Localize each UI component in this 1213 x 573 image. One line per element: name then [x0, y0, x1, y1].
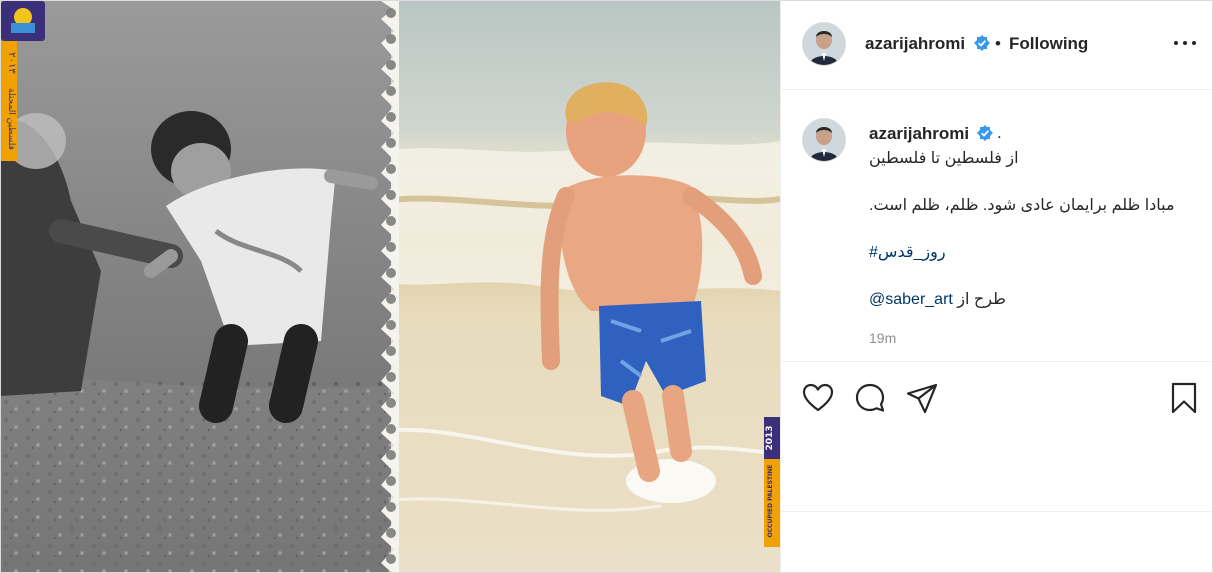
stamp-year-left: ۲۰۱۳	[6, 52, 17, 74]
username[interactable]: azarijahromi	[865, 34, 965, 54]
avatar[interactable]	[802, 118, 846, 162]
following-button[interactable]: Following	[1009, 34, 1088, 54]
stamp-text-left: فلسطين المحتلة	[6, 88, 16, 150]
verified-badge-icon	[974, 35, 990, 51]
caption-line-1: از فلسطین تا فلسطین	[869, 150, 1019, 167]
post-caption: azarijahromi . از فلسطین تا فلسطین .مباد…	[781, 90, 1212, 360]
like-heart-icon[interactable]	[801, 381, 835, 415]
caption-username[interactable]: azarijahromi	[869, 124, 969, 144]
post-actions	[781, 361, 1212, 512]
stamp-badge-right: 2013 OCCUPIED PALESTINE	[764, 417, 780, 547]
save-bookmark-icon[interactable]	[1167, 381, 1201, 415]
post-side-panel: azarijahromi • Following azarijahromi . …	[780, 1, 1212, 572]
post-dialog: ۲۰۱۳ فلسطين المحتلة 2013 OCCUPIED PALEST…	[0, 0, 1213, 573]
separator-dot: •	[995, 34, 1001, 53]
mention-link[interactable]: @saber_art	[869, 291, 953, 308]
post-header: azarijahromi • Following	[781, 1, 1212, 90]
credit-prefix: طرح از	[957, 291, 1006, 308]
post-image[interactable]: ۲۰۱۳ فلسطين المحتلة 2013 OCCUPIED PALEST…	[1, 1, 780, 572]
more-options-icon[interactable]	[1172, 29, 1198, 55]
hashtag-link[interactable]: #روز_قدس	[869, 242, 946, 262]
stamp-year-right: 2013	[765, 425, 775, 450]
caption-credit: @saber_art طرح از	[869, 289, 1006, 309]
verified-badge-icon	[977, 125, 993, 141]
caption-line-2: .مبادا ظلم برایمان عادی شود. ظلم، ظلم اس…	[869, 197, 1175, 214]
avatar[interactable]	[802, 22, 846, 66]
post-timestamp[interactable]: 19m	[869, 330, 896, 346]
caption-dot: .	[997, 123, 1002, 142]
comment-icon[interactable]	[853, 381, 887, 415]
stamp-text-right: OCCUPIED PALESTINE	[767, 465, 774, 538]
divider	[781, 511, 1212, 512]
share-send-icon[interactable]	[905, 381, 939, 415]
